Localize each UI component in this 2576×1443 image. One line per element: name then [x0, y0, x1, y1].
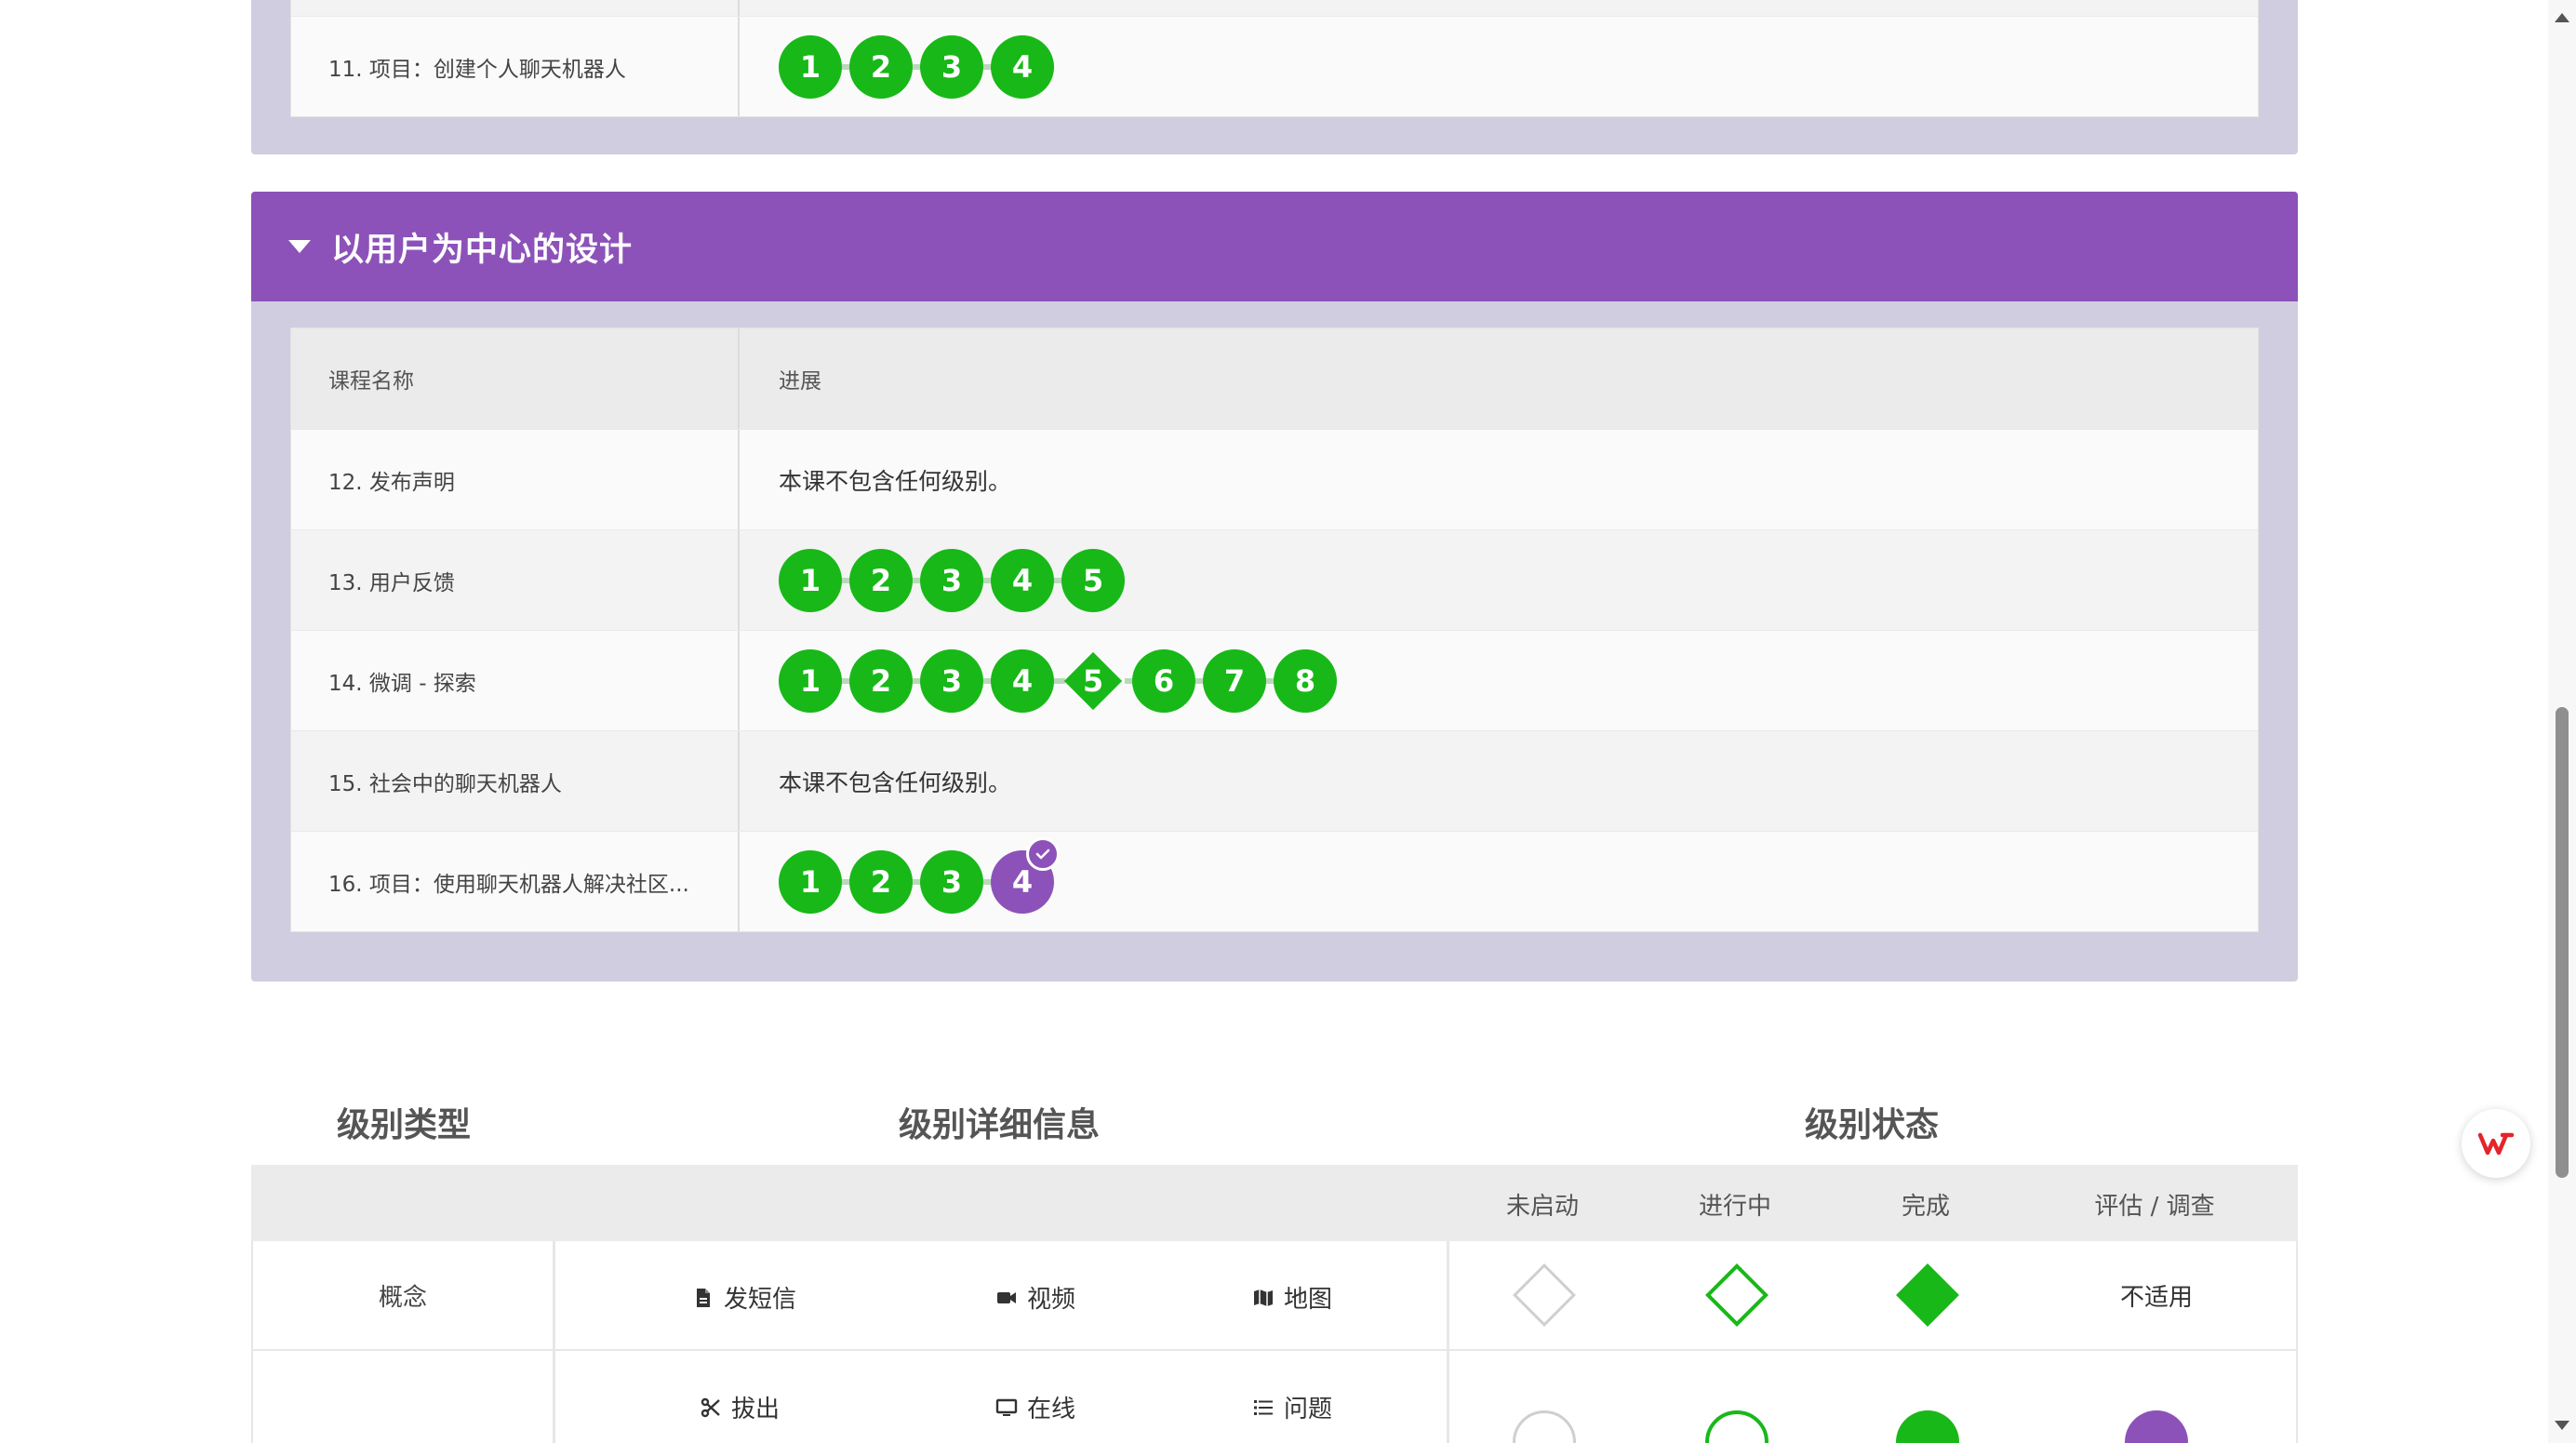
level-2-badge[interactable]: 2	[849, 548, 924, 612]
legend-status-header: 未启动 进行中 完成 评估 / 调查	[251, 1165, 2298, 1241]
course-name[interactable]: 16. 项目：使用聊天机器人解决社区...	[291, 832, 740, 931]
scroll-up-arrow-icon[interactable]	[2555, 13, 2569, 22]
table-row[interactable]: 13. 用户反馈 1 2 3 4 5	[291, 529, 2258, 630]
diamond-filled-icon	[1896, 1263, 1959, 1327]
circle-filled-icon	[1896, 1410, 1959, 1443]
level-5-diamond-badge[interactable]: 5	[1061, 649, 1136, 713]
status-not-started-label: 未启动	[1505, 1193, 1579, 1221]
course-table: 课程名称 进展 12. 发布声明 本课不包含任何级别。 13. 用户反馈 1 2…	[290, 327, 2259, 932]
level-type-label: 概念	[378, 1283, 427, 1312]
not-started-diamond	[1447, 1241, 1642, 1349]
legend-row-activity: 活动 拔出 在线 问题	[251, 1351, 2298, 1443]
scissors-icon	[701, 1397, 720, 1417]
level-list: 1 2 3 4	[779, 34, 1061, 99]
legend-heading-type: 级别类型	[337, 1106, 472, 1144]
level-3-badge[interactable]: 3	[920, 849, 994, 914]
level-4-assessment-badge[interactable]: 4	[991, 836, 1060, 914]
column-header-progress: 进展	[779, 369, 821, 394]
level-1-badge[interactable]: 1	[779, 849, 853, 914]
section-panel: 以用户为中心的设计 课程名称 进展 12. 发布声明 本课不包含任何级别。 13…	[251, 192, 2298, 982]
scroll-down-arrow-icon[interactable]	[2555, 1421, 2569, 1430]
map-icon	[1254, 1289, 1273, 1306]
course-name[interactable]: 12. 发布声明	[291, 430, 740, 529]
level-3-badge[interactable]: 3	[920, 34, 994, 99]
table-row	[291, 0, 2258, 16]
level-1-badge[interactable]: 1	[779, 34, 853, 99]
level-2-badge[interactable]: 2	[849, 849, 924, 914]
level-4-badge[interactable]: 4	[991, 548, 1065, 612]
document-icon	[697, 1288, 710, 1307]
checkmark-icon	[1026, 836, 1060, 871]
circle-outline-icon	[1513, 1410, 1576, 1443]
course-name[interactable]: 14. 微调 - 探索	[291, 631, 740, 730]
list-icon	[1254, 1399, 1273, 1415]
monitor-icon	[995, 1398, 1018, 1416]
wps-logo-icon	[2477, 1132, 2515, 1156]
video-camera-icon	[997, 1291, 1016, 1303]
level-list: 1 2 3 4 5 6 7 8	[779, 648, 1344, 713]
status-assessment-label: 评估 / 调查	[2094, 1193, 2215, 1221]
circle-assessment-icon	[2125, 1410, 2188, 1443]
course-name[interactable]: 11. 项目：创建个人聊天机器人	[291, 17, 740, 116]
no-levels-text: 本课不包含任何级别。	[779, 768, 1012, 796]
course-name[interactable]: 13. 用户反馈	[291, 530, 740, 630]
complete-circle	[1830, 1410, 2025, 1443]
scrollbar-thumb[interactable]	[2556, 707, 2569, 1178]
legend-row-concept: 概念 发短信 视频 地图 不适用	[251, 1241, 2298, 1351]
not-applicable-text: 不适用	[2119, 1283, 2193, 1312]
status-complete-label: 完成	[1901, 1193, 1950, 1221]
detail-unplugged: 拔出	[700, 1390, 780, 1424]
floating-app-button[interactable]	[2462, 1109, 2530, 1178]
caret-down-icon[interactable]	[288, 240, 311, 253]
status-in-progress-label: 进行中	[1698, 1193, 1771, 1221]
column-header-course: 课程名称	[291, 328, 740, 429]
legend-heading-details: 级别详细信息	[899, 1106, 1101, 1144]
legend-heading-status: 级别状态	[1805, 1106, 1940, 1144]
detail-problems: 问题	[1252, 1390, 1332, 1424]
table-row[interactable]: 16. 项目：使用聊天机器人解决社区... 1 2 3 4	[291, 831, 2258, 931]
table-row[interactable]: 14. 微调 - 探索 1 2 3 4 5 6 7 8	[291, 630, 2258, 730]
scrollbar[interactable]	[2548, 0, 2576, 1443]
level-list: 1 2 3 4	[779, 836, 1061, 914]
in-progress-diamond	[1639, 1241, 1835, 1349]
detail-online: 在线	[995, 1390, 1075, 1424]
level-4-badge[interactable]: 4	[991, 648, 1065, 713]
diamond-outline-icon	[1513, 1263, 1576, 1327]
table-row[interactable]: 11. 项目：创建个人聊天机器人 1 2 3 4	[291, 16, 2258, 116]
level-8-badge[interactable]: 8	[1274, 648, 1337, 713]
level-3-badge[interactable]: 3	[920, 648, 994, 713]
level-6-badge[interactable]: 6	[1132, 648, 1207, 713]
complete-diamond	[1830, 1241, 2025, 1349]
not-started-circle	[1447, 1410, 1642, 1443]
level-7-badge[interactable]: 7	[1203, 648, 1277, 713]
circle-progress-icon	[1705, 1410, 1768, 1443]
assessment-circle	[2059, 1410, 2254, 1443]
level-1-badge[interactable]: 1	[779, 648, 853, 713]
detail-video: 视频	[995, 1280, 1075, 1315]
level-1-badge[interactable]: 1	[779, 548, 853, 612]
level-5-badge[interactable]: 5	[1061, 548, 1125, 612]
previous-section-panel: 11. 项目：创建个人聊天机器人 1 2 3 4	[251, 0, 2298, 154]
level-3-badge[interactable]: 3	[920, 548, 994, 612]
level-list: 1 2 3 4 5	[779, 548, 1132, 612]
level-2-badge[interactable]: 2	[849, 648, 924, 713]
diamond-progress-icon	[1705, 1263, 1768, 1327]
in-progress-circle	[1639, 1410, 1835, 1443]
section-title: 以用户为中心的设计	[331, 231, 634, 269]
previous-section-table: 11. 项目：创建个人聊天机器人 1 2 3 4	[290, 0, 2259, 117]
course-name[interactable]: 15. 社会中的聊天机器人	[291, 731, 740, 831]
table-row[interactable]: 15. 社会中的聊天机器人 本课不包含任何级别。	[291, 730, 2258, 831]
legend-table: 未启动 进行中 完成 评估 / 调查 概念 发短信 视频 地图 不适用 拔出 在…	[251, 1165, 2298, 1443]
level-4-badge[interactable]: 4	[991, 34, 1054, 99]
table-header-row: 课程名称 进展	[291, 328, 2258, 429]
table-row[interactable]: 12. 发布声明 本课不包含任何级别。	[291, 429, 2258, 529]
page: 11. 项目：创建个人聊天机器人 1 2 3 4 以用户为中心的设计 课程名称	[0, 0, 2576, 1443]
level-2-badge[interactable]: 2	[849, 34, 924, 99]
detail-text: 发短信	[692, 1280, 796, 1315]
section-header[interactable]: 以用户为中心的设计	[251, 192, 2298, 301]
detail-map: 地图	[1252, 1280, 1332, 1315]
legend-headings: 级别类型 级别详细信息 级别状态	[251, 1098, 2298, 1154]
no-levels-text: 本课不包含任何级别。	[779, 467, 1012, 495]
